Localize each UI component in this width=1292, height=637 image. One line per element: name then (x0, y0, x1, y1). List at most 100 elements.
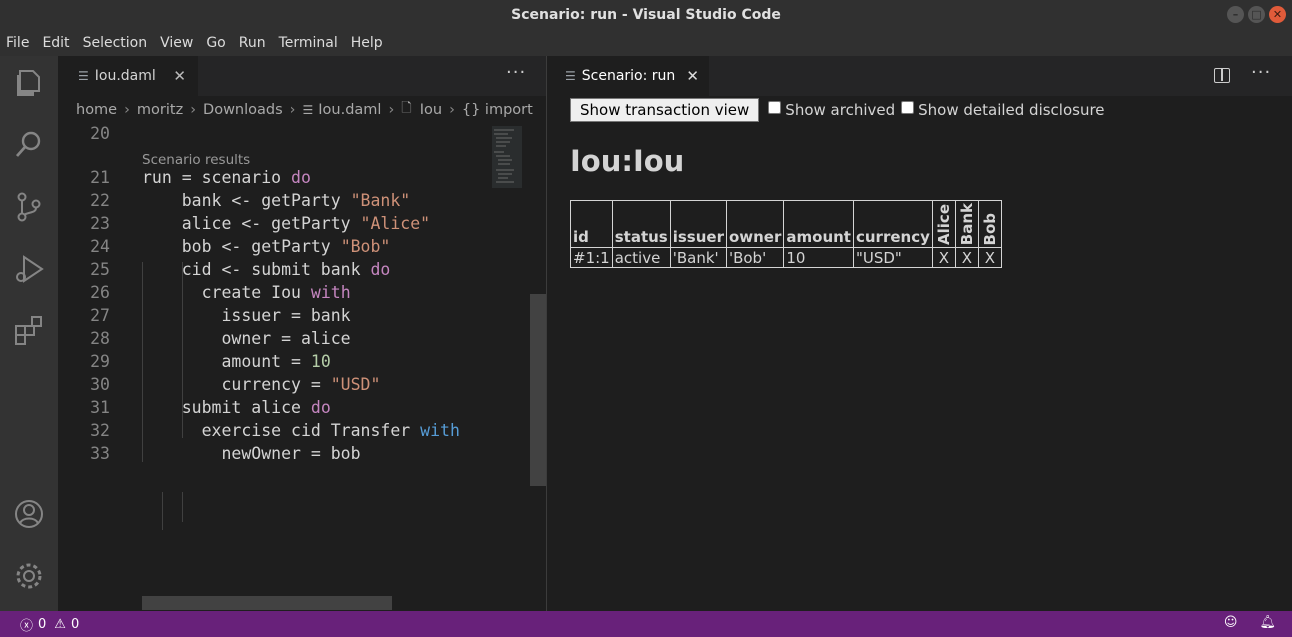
warning-icon: ⚠ (54, 617, 66, 632)
show-archived-label: Show archived (785, 101, 896, 119)
cell-owner: 'Bob' (725, 247, 785, 269)
code-line: create Iou with (142, 283, 351, 302)
show-detailed-disclosure-label: Show detailed disclosure (918, 101, 1105, 119)
breadcrumb-downloads[interactable]: Downloads (203, 102, 283, 118)
indent-guide (182, 492, 183, 522)
cell-issuer: 'Bank' (669, 247, 727, 269)
line-number: 27 (90, 306, 110, 325)
search-icon[interactable] (12, 128, 46, 162)
tab-scenario-run[interactable]: ☰ Scenario: run ✕ (547, 56, 709, 96)
breadcrumb: home › moritz › Downloads › ☰ Iou.daml › 🗋 I… (58, 96, 546, 124)
run-debug-icon[interactable] (12, 252, 46, 286)
menu-terminal[interactable]: Terminal (279, 35, 338, 51)
warning-count: 0 (70, 617, 80, 632)
code-line: submit alice do (142, 398, 331, 417)
minimize-button[interactable]: – (1227, 6, 1244, 23)
split-editor-icon[interactable] (1214, 68, 1230, 83)
status-right: ☺ 🔔︎ (1224, 615, 1276, 630)
menu-run[interactable]: Run (239, 35, 266, 51)
accounts-icon[interactable] (12, 497, 46, 531)
tab-label: Iou.daml (94, 68, 156, 84)
code-line: amount = 10 (142, 352, 331, 371)
template-heading: Iou:Iou (570, 144, 685, 178)
cell-bob: X (977, 247, 1002, 269)
indent-guide (162, 492, 163, 530)
line-number: 31 (90, 398, 110, 417)
manage-gear-icon[interactable] (12, 559, 46, 593)
code-line: exercise cid Transfer with (142, 421, 460, 440)
scenario-controls: Show transaction view Show archived Show… (570, 98, 1105, 122)
source-control-icon[interactable] (12, 190, 46, 224)
left-editor-group: ☰ Iou.daml ✕ ··· home › moritz › Downloads… (58, 56, 546, 611)
close-window-button[interactable]: ✕ (1269, 6, 1286, 23)
cell-id: #1:1 (570, 247, 613, 269)
line-number: 33 (90, 444, 110, 463)
menu-selection[interactable]: Selection (83, 35, 148, 51)
more-actions-icon[interactable]: ··· (506, 62, 526, 83)
col-owner: owner (725, 199, 785, 249)
tab-iou-daml[interactable]: ☰ Iou.daml ✕ (58, 56, 198, 96)
breadcrumb-module[interactable]: Iou (420, 102, 442, 118)
code-line: owner = alice (142, 329, 351, 348)
more-actions-icon[interactable]: ··· (1251, 62, 1271, 83)
menu-view[interactable]: View (160, 35, 193, 51)
show-archived-checkbox[interactable] (768, 100, 782, 114)
menu-help[interactable]: Help (351, 35, 383, 51)
code-editor[interactable]: 20 Scenario results 21 run = scenario do… (58, 124, 486, 611)
code-line: run = scenario do (142, 168, 311, 187)
line-number: 30 (90, 375, 110, 394)
col-id: id (570, 199, 613, 249)
status-bar: ⓧ 0 ⚠ 0 ☺ 🔔︎ (0, 611, 1292, 637)
cell-status: active (611, 247, 671, 269)
right-editor-group: ☰ Scenario: run ✕ ··· Show transaction v… (547, 56, 1292, 611)
breadcrumb-import[interactable]: {} import (462, 102, 533, 118)
line-number: 21 (90, 168, 110, 187)
show-detailed-disclosure-checkbox[interactable] (901, 100, 915, 114)
line-number: 29 (90, 352, 110, 371)
breadcrumb-moritz[interactable]: moritz (137, 102, 183, 118)
code-line: cid <- submit bank do (142, 260, 391, 279)
file-lines-icon: ☰ (78, 69, 89, 83)
line-number: 22 (90, 191, 110, 210)
error-count: 0 (38, 617, 47, 632)
cell-amount: 10 (783, 247, 854, 269)
code-line: newOwner = bob (142, 444, 361, 463)
cell-bank: X (954, 247, 979, 269)
breadcrumb-home[interactable]: home (76, 102, 117, 118)
maximize-button[interactable]: □ (1248, 6, 1265, 23)
file-lines-icon: ☰ (565, 69, 576, 83)
show-transaction-view-button[interactable]: Show transaction view (570, 98, 760, 122)
notifications-bell-icon[interactable]: 🔔︎ (1259, 615, 1276, 630)
tab-close-icon[interactable]: ✕ (173, 67, 186, 85)
error-icon: ⓧ (20, 619, 34, 634)
minimap[interactable] (486, 124, 530, 611)
menu-go[interactable]: Go (206, 35, 225, 51)
line-number: 20 (90, 124, 110, 143)
vertical-scrollbar[interactable] (530, 294, 546, 486)
line-number: 25 (90, 260, 110, 279)
activity-bar (0, 56, 58, 611)
cell-currency: "USD" (852, 247, 933, 269)
minimap-preview (492, 126, 522, 188)
explorer-icon[interactable] (12, 66, 46, 100)
menu-bar: File Edit Selection View Go Run Terminal… (0, 30, 1292, 56)
horizontal-scrollbar[interactable] (142, 596, 392, 610)
window-titlebar: Scenario: run - Visual Studio Code – □ ✕ (0, 0, 1292, 30)
menu-file[interactable]: File (6, 35, 29, 51)
tab-close-icon[interactable]: ✕ (686, 67, 699, 85)
codelens-scenario-results[interactable]: Scenario results (142, 152, 250, 168)
file-lines-icon: ☰ (302, 103, 314, 117)
cell-alice: X (931, 247, 956, 269)
menu-edit[interactable]: Edit (42, 35, 69, 51)
tab-label: Scenario: run (581, 68, 676, 84)
line-number: 26 (90, 283, 110, 302)
left-tab-bar: ☰ Iou.daml ✕ ··· (58, 56, 546, 96)
feedback-icon[interactable]: ☺ (1224, 615, 1238, 630)
window-title: Scenario: run - Visual Studio Code (511, 7, 781, 23)
table-row: #1:1 active 'Bank' 'Bob' 10 "USD" X X X (570, 247, 1002, 269)
code-line: issuer = bank (142, 306, 351, 325)
table-header-row: id status issuer owner amount currency A… (570, 199, 1002, 249)
problems-indicator[interactable]: ⓧ 0 ⚠ 0 (20, 615, 79, 634)
breadcrumb-file[interactable]: Iou.daml (318, 102, 381, 118)
extensions-icon[interactable] (12, 314, 46, 348)
